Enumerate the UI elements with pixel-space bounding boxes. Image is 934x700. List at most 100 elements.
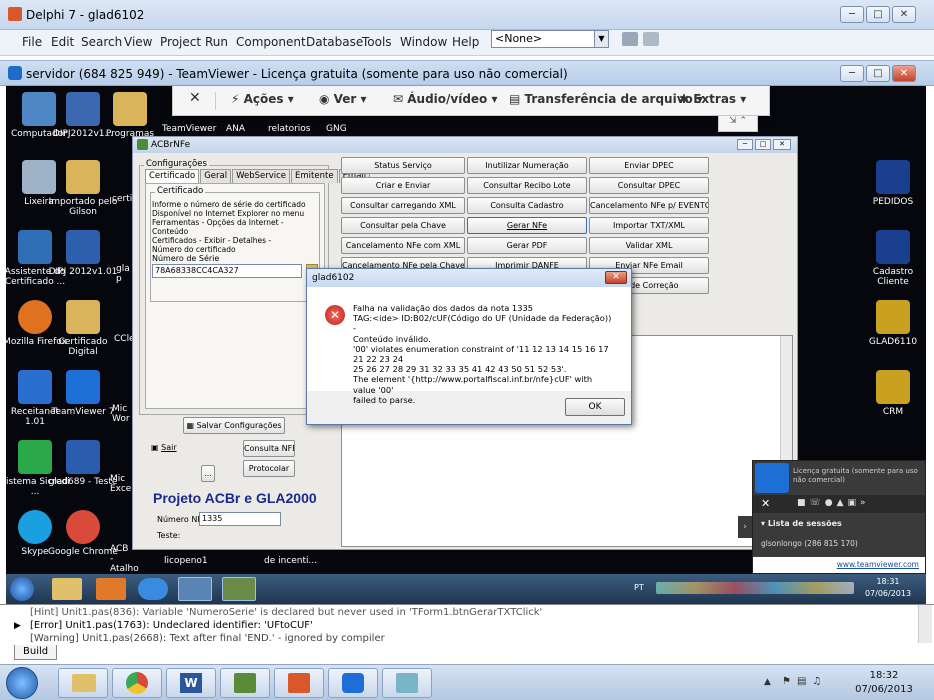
- desktop-icon-importado[interactable]: Importado pelo Gilson: [48, 160, 118, 217]
- desktop-icon-label[interactable]: TeamViewer: [162, 124, 216, 134]
- tv-close-button[interactable]: ✕: [892, 65, 916, 82]
- explorer-icon[interactable]: [52, 578, 82, 600]
- remote-start-icon[interactable]: [10, 577, 34, 601]
- tv-maximize-button[interactable]: □: [866, 65, 890, 82]
- save-config-button[interactable]: ▦ Salvar Configurações: [183, 417, 285, 434]
- audio-video-menu[interactable]: ✉ Áudio/vídeo ▾: [393, 92, 498, 106]
- desktop-icon-certificado[interactable]: Certificado Digital: [48, 300, 118, 357]
- consultar-chave-button[interactable]: Consultar pela Chave: [341, 217, 465, 234]
- minimize-button[interactable]: ─: [840, 6, 864, 23]
- message-line-hint[interactable]: [Hint] Unit1.pas(836): Variable 'NumeroS…: [30, 607, 542, 618]
- glad-task-icon[interactable]: [222, 577, 256, 601]
- dialog-close-button[interactable]: ✕: [605, 271, 627, 284]
- consultar-recibo-button[interactable]: Consultar Recibo Lote: [467, 177, 587, 194]
- desktop-icon-programas[interactable]: Programas: [100, 92, 160, 139]
- tv-minimize-button[interactable]: ─: [840, 65, 864, 82]
- session-list-header[interactable]: ▾ Lista de sessões: [761, 519, 842, 528]
- protocolar-button[interactable]: Protocolar: [243, 460, 295, 477]
- desktop-icon-cadastro[interactable]: Cadastro Cliente: [858, 230, 928, 287]
- desktop-icon-label[interactable]: licopeno1: [164, 556, 208, 566]
- serie-input[interactable]: 78A68338CC4CA327: [152, 264, 302, 278]
- sair-button[interactable]: ▣ Sair: [151, 440, 189, 457]
- taskbar-explorer[interactable]: [58, 668, 108, 698]
- gerar-pdf-button[interactable]: Gerar PDF: [467, 237, 587, 254]
- consulta-cadastro-button[interactable]: Consulta Cadastro: [467, 197, 587, 214]
- desktop-icon-teamviewer[interactable]: TeamViewer 7: [48, 370, 118, 417]
- menu-window[interactable]: Window: [400, 35, 447, 49]
- consultar-dpec-button[interactable]: Consultar DPEC: [589, 177, 709, 194]
- tab-webservice[interactable]: WebService: [232, 169, 291, 183]
- numero-nf-input[interactable]: 1335: [199, 512, 281, 526]
- gerar-nfe-button[interactable]: Gerar NFe: [467, 217, 587, 234]
- remote-clock-date[interactable]: 07/06/2013: [864, 589, 912, 598]
- menu-component[interactable]: Component: [236, 35, 306, 49]
- remote-clock-time[interactable]: 18:31: [866, 577, 910, 586]
- messages-scrollbar[interactable]: [918, 605, 932, 643]
- desktop-icon-chrome[interactable]: Google Chrome: [48, 510, 118, 557]
- desktop-icon-dipj[interactable]: DIPJ 2012v1.01: [48, 230, 118, 277]
- session-tools-icons[interactable]: ■☏●▲▣»: [797, 498, 870, 508]
- language-indicator[interactable]: PT: [634, 583, 644, 592]
- menu-run[interactable]: Run: [205, 35, 228, 49]
- session-item[interactable]: glsonlongo (286 815 170): [761, 539, 858, 548]
- clock-date[interactable]: 07/06/2013: [852, 684, 916, 695]
- file-transfer-menu[interactable]: ▤ Transferência de arquivo ▾: [509, 92, 703, 106]
- build-tab[interactable]: Build: [14, 645, 58, 660]
- message-line-warning[interactable]: [Warning] Unit1.pas(2668): Text after fi…: [30, 633, 385, 644]
- acoes-menu[interactable]: ⚡ Ações ▾: [231, 92, 294, 106]
- teamviewer-link[interactable]: www.teamviewer.com: [837, 560, 919, 569]
- taskbar-teamviewer[interactable]: [328, 668, 378, 698]
- close-icon[interactable]: ✕: [761, 497, 770, 510]
- menu-tools[interactable]: Tools: [362, 35, 392, 49]
- tab-emitente[interactable]: Emitente: [291, 169, 338, 183]
- inutilizar-button[interactable]: Inutilizar Numeração: [467, 157, 587, 174]
- taskbar-chrome[interactable]: [112, 668, 162, 698]
- start-button[interactable]: [6, 667, 38, 699]
- toolbar-icon[interactable]: [643, 32, 659, 46]
- tab-certificado[interactable]: Certificado: [145, 169, 200, 183]
- menu-edit[interactable]: Edit: [51, 35, 74, 49]
- taskbar-word[interactable]: W: [166, 668, 216, 698]
- tab-geral[interactable]: Geral: [200, 169, 232, 183]
- desktop-icon-pedidos[interactable]: PEDIDOS: [858, 160, 928, 207]
- desktop-icon-glad689[interactable]: glad689 - Teste: [48, 440, 118, 487]
- clock-time[interactable]: 18:32: [856, 670, 912, 681]
- menu-help[interactable]: Help: [452, 35, 479, 49]
- taskbar-delphi-2[interactable]: [274, 668, 324, 698]
- menu-search[interactable]: Search: [81, 35, 122, 49]
- tray-icons[interactable]: [656, 582, 854, 594]
- teamviewer-task-icon[interactable]: [178, 577, 212, 601]
- status-servico-button[interactable]: Status Serviço: [341, 157, 465, 174]
- ie-icon[interactable]: [138, 578, 168, 600]
- acbr-maximize-button[interactable]: □: [755, 139, 771, 150]
- tray-expand-icon[interactable]: ▲: [764, 677, 771, 687]
- criar-enviar-button[interactable]: Criar e Enviar: [341, 177, 465, 194]
- desktop-icon-label[interactable]: GNG: [326, 124, 347, 134]
- menu-view[interactable]: View: [124, 35, 152, 49]
- ok-button[interactable]: OK: [565, 398, 625, 416]
- cancelamento-xml-button[interactable]: Cancelamento NFe com XML: [341, 237, 465, 254]
- media-icon[interactable]: [96, 578, 126, 600]
- cancelamento-evento-button[interactable]: Cancelamento NFe p/ EVENTO: [589, 197, 709, 214]
- maximize-button[interactable]: □: [866, 6, 890, 23]
- acbr-close-button[interactable]: ✕: [773, 139, 791, 150]
- desktop-icon-label[interactable]: ANA: [226, 124, 245, 134]
- panel-toggle-button[interactable]: ›: [738, 516, 752, 538]
- toolbar-icon[interactable]: [622, 32, 638, 46]
- taskbar-delphi-1[interactable]: [220, 668, 270, 698]
- desktop-icon-crm[interactable]: CRM: [858, 370, 928, 417]
- acbr-minimize-button[interactable]: ─: [737, 139, 753, 150]
- ellipsis-button[interactable]: ...: [201, 465, 215, 482]
- ver-menu[interactable]: ◉ Ver ▾: [319, 92, 367, 106]
- menu-file[interactable]: File: [22, 35, 42, 49]
- tray-icons[interactable]: ⚑▤♫: [782, 676, 827, 687]
- importar-txt-button[interactable]: Importar TXT/XML: [589, 217, 709, 234]
- validar-xml-button[interactable]: Validar XML: [589, 237, 709, 254]
- taskbar-app[interactable]: [382, 668, 432, 698]
- message-line-error[interactable]: [Error] Unit1.pas(1763): Undeclared iden…: [30, 620, 313, 631]
- extras-menu[interactable]: ✱ Extras ▾: [679, 92, 746, 106]
- desktop-icon-label[interactable]: de incenti...: [264, 556, 317, 566]
- toolbar-collapse-button[interactable]: ⇲ ⌃: [718, 116, 758, 132]
- close-button[interactable]: ✕: [892, 6, 916, 23]
- menu-project[interactable]: Project: [160, 35, 201, 49]
